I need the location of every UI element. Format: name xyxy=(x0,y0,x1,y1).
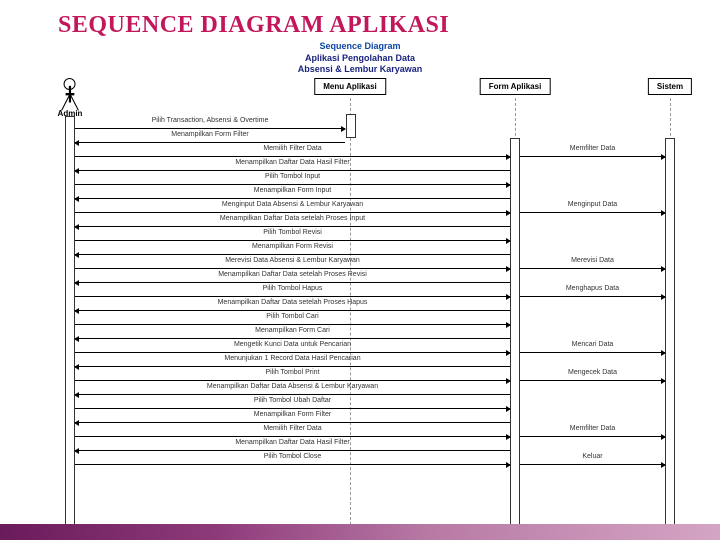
lifeline-head-form: Form Aplikasi xyxy=(480,78,551,95)
message-label: Menginput Data xyxy=(520,201,665,208)
message-19: Menampilkan Daftar Data Absensi & Lembur… xyxy=(75,384,510,398)
message-label: Menampilkan Form Filter xyxy=(75,131,345,138)
lifeline-head-menu: Menu Aplikasi xyxy=(314,78,386,95)
message-label: Menampilkan Daftar Data Hasil Filter xyxy=(75,439,510,446)
message-13: Menampilkan Daftar Data setelah Proses H… xyxy=(75,300,510,314)
message-label: Pilih Tombol Print xyxy=(75,369,510,376)
message-label: Mengecek Data xyxy=(520,369,665,376)
message-10: Merevisi Data Absensi & Lembur Karyawan xyxy=(75,258,510,272)
lifeline-head-sistem: Sistem xyxy=(648,78,692,95)
message-15: Menampilkan Form Cari xyxy=(75,328,510,342)
message-1: Menampilkan Form Filter xyxy=(75,132,345,146)
message-2: Memilih Filter Data xyxy=(75,146,510,160)
subtitle-line2: Aplikasi Pengolahan Data xyxy=(0,53,720,65)
diagram-subtitle: Sequence Diagram Aplikasi Pengolahan Dat… xyxy=(0,41,720,76)
message-label: Pilih Tombol Revisi xyxy=(75,229,510,236)
message-label: Menampilkan Form Revisi xyxy=(75,243,510,250)
message-7: Menampilkan Daftar Data setelah Proses I… xyxy=(75,216,510,230)
message-label: Pilih Tombol Close xyxy=(75,453,510,460)
message-16-r: Mencari Data xyxy=(520,342,665,356)
message-3: Menampilkan Daftar Data Hasil Filter xyxy=(75,160,510,174)
message-label: Menampilkan Daftar Data setelah Proses R… xyxy=(75,271,510,278)
message-label: Menunjukan 1 Record Data Hasil Pencarian xyxy=(75,355,510,362)
message-label: Menampilkan Form Filter xyxy=(75,411,510,418)
message-23: Menampilkan Daftar Data Hasil Filter xyxy=(75,440,510,454)
subtitle-line1: Sequence Diagram xyxy=(0,41,720,53)
message-label: Pilih Tombol Input xyxy=(75,173,510,180)
message-label: Keluar xyxy=(520,453,665,460)
message-label: Menginput Data Absensi & Lembur Karyawan xyxy=(75,201,510,208)
message-0: Pilih Transaction, Absensi & Overtime xyxy=(75,118,345,132)
message-12: Pilih Tombol Hapus xyxy=(75,286,510,300)
message-label: Memilih Filter Data xyxy=(75,425,510,432)
message-label: Pilih Tombol Cari xyxy=(75,313,510,320)
message-label: Merevisi Data xyxy=(520,257,665,264)
message-4: Pilih Tombol Input xyxy=(75,174,510,188)
message-10-r: Merevisi Data xyxy=(520,258,665,272)
message-label: Pilih Tombol Hapus xyxy=(75,285,510,292)
actor-icon: ╋╱╲Admin xyxy=(58,78,83,118)
message-2-r: Memfilter Data xyxy=(520,146,665,160)
message-label: Menampilkan Daftar Data setelah Proses H… xyxy=(75,299,510,306)
sequence-diagram: ╋╱╲Admin Menu Aplikasi Form Aplikasi Sistem… xyxy=(40,78,700,530)
message-label: Memilih Filter Data xyxy=(75,145,510,152)
message-9: Menampilkan Form Revisi xyxy=(75,244,510,258)
message-label: Memfilter Data xyxy=(520,145,665,152)
message-20: Pilih Tombol Ubah Daftar xyxy=(75,398,510,412)
message-label: Menampilkan Daftar Data setelah Proses I… xyxy=(75,215,510,222)
message-24-r: Keluar xyxy=(520,454,665,468)
slide-footer-gradient xyxy=(0,524,720,540)
message-label: Mengetik Kunci Data untuk Pencarian xyxy=(75,341,510,348)
message-label: Menghapus Data xyxy=(520,285,665,292)
message-label: Menampilkan Daftar Data Hasil Filter xyxy=(75,159,510,166)
message-17: Menunjukan 1 Record Data Hasil Pencarian xyxy=(75,356,510,370)
message-label: Merevisi Data Absensi & Lembur Karyawan xyxy=(75,257,510,264)
message-16: Mengetik Kunci Data untuk Pencarian xyxy=(75,342,510,356)
message-12-r: Menghapus Data xyxy=(520,286,665,300)
message-14: Pilih Tombol Cari xyxy=(75,314,510,328)
message-22-r: Memfilter Data xyxy=(520,426,665,440)
message-label: Pilih Transaction, Absensi & Overtime xyxy=(75,117,345,124)
message-21: Menampilkan Form Filter xyxy=(75,412,510,426)
message-label: Menampilkan Form Cari xyxy=(75,327,510,334)
message-18: Pilih Tombol Print xyxy=(75,370,510,384)
message-22: Memilih Filter Data xyxy=(75,426,510,440)
message-6-r: Menginput Data xyxy=(520,202,665,216)
message-label: Mencari Data xyxy=(520,341,665,348)
message-8: Pilih Tombol Revisi xyxy=(75,230,510,244)
activation-menu xyxy=(346,114,356,138)
message-5: Menampilkan Form Input xyxy=(75,188,510,202)
message-label: Menampilkan Daftar Data Absensi & Lembur… xyxy=(75,383,510,390)
message-label: Pilih Tombol Ubah Daftar xyxy=(75,397,510,404)
message-18-r: Mengecek Data xyxy=(520,370,665,384)
slide-title: SEQUENCE DIAGRAM APLIKASI xyxy=(0,0,720,39)
subtitle-line3: Absensi & Lembur Karyawan xyxy=(0,64,720,76)
message-6: Menginput Data Absensi & Lembur Karyawan xyxy=(75,202,510,216)
message-24: Pilih Tombol Close xyxy=(75,454,510,468)
message-label: Menampilkan Form Input xyxy=(75,187,510,194)
message-11: Menampilkan Daftar Data setelah Proses R… xyxy=(75,272,510,286)
message-label: Memfilter Data xyxy=(520,425,665,432)
